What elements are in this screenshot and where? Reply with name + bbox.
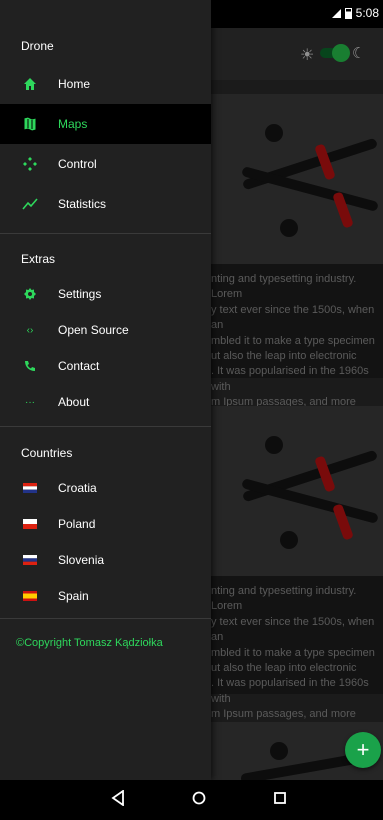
drawer-item-about[interactable]: ··· About [0, 382, 211, 422]
plus-icon: + [356, 737, 370, 762]
flag-spain-icon [22, 588, 38, 604]
more-icon: ··· [25, 396, 35, 408]
signal-icon [331, 8, 341, 18]
map-icon [22, 116, 38, 132]
drawer-item-spain[interactable]: Spain [0, 576, 211, 616]
divider [0, 618, 211, 619]
drawer-item-label: Poland [58, 517, 96, 531]
divider [0, 426, 211, 427]
copyright-text: ©Copyright Tomasz Kądziołka [16, 637, 163, 649]
drawer-item-label: Contact [58, 359, 100, 373]
flag-croatia-icon [22, 480, 38, 496]
drawer-item-open-source[interactable]: ‹› Open Source [0, 310, 211, 350]
recents-icon[interactable] [273, 790, 287, 811]
drawer-item-label: Slovenia [58, 553, 105, 567]
trending-up-icon [22, 196, 38, 212]
drawer-item-label: Home [58, 77, 91, 91]
drawer-item-label: About [58, 395, 90, 409]
drawer-item-label: Spain [58, 589, 89, 603]
status-right: 5:08 [331, 6, 379, 20]
flag-slovenia-icon [22, 552, 38, 568]
drawer-item-control[interactable]: Control [0, 144, 211, 184]
phone-icon [22, 358, 38, 374]
drawer-item-settings[interactable]: Settings [0, 274, 211, 314]
navigation-drawer: Drone Home Maps Control Statistics Extra… [0, 0, 211, 780]
drawer-item-label: Control [58, 157, 97, 171]
flag-poland-icon [22, 516, 38, 532]
drawer-item-statistics[interactable]: Statistics [0, 184, 211, 224]
drawer-item-poland[interactable]: Poland [0, 504, 211, 544]
system-nav-bar [0, 780, 383, 820]
home-nav-icon[interactable] [192, 790, 206, 811]
gamepad-icon [22, 156, 38, 172]
drawer-item-label: Maps [58, 117, 88, 131]
battery-icon [344, 7, 352, 19]
drawer-item-croatia[interactable]: Croatia [0, 468, 211, 508]
divider [0, 233, 211, 234]
drawer-item-label: Croatia [58, 481, 97, 495]
drawer-item-home[interactable]: Home [0, 64, 211, 104]
drawer-header: Drone [21, 39, 54, 53]
drawer-item-label: Statistics [58, 197, 107, 211]
drawer-item-contact[interactable]: Contact [0, 346, 211, 386]
section-title-countries: Countries [21, 446, 73, 460]
settings-icon [22, 286, 38, 302]
add-fab-button[interactable]: + [345, 732, 381, 768]
drawer-item-label: Open Source [58, 323, 129, 337]
drawer-item-maps[interactable]: Maps [0, 104, 211, 144]
home-icon [22, 76, 38, 92]
drawer-item-slovenia[interactable]: Slovenia [0, 540, 211, 580]
back-icon[interactable] [111, 789, 125, 811]
drawer-item-label: Settings [58, 287, 102, 301]
section-title-extras: Extras [21, 252, 56, 266]
clock: 5:08 [355, 6, 379, 20]
code-icon: ‹› [26, 324, 34, 336]
